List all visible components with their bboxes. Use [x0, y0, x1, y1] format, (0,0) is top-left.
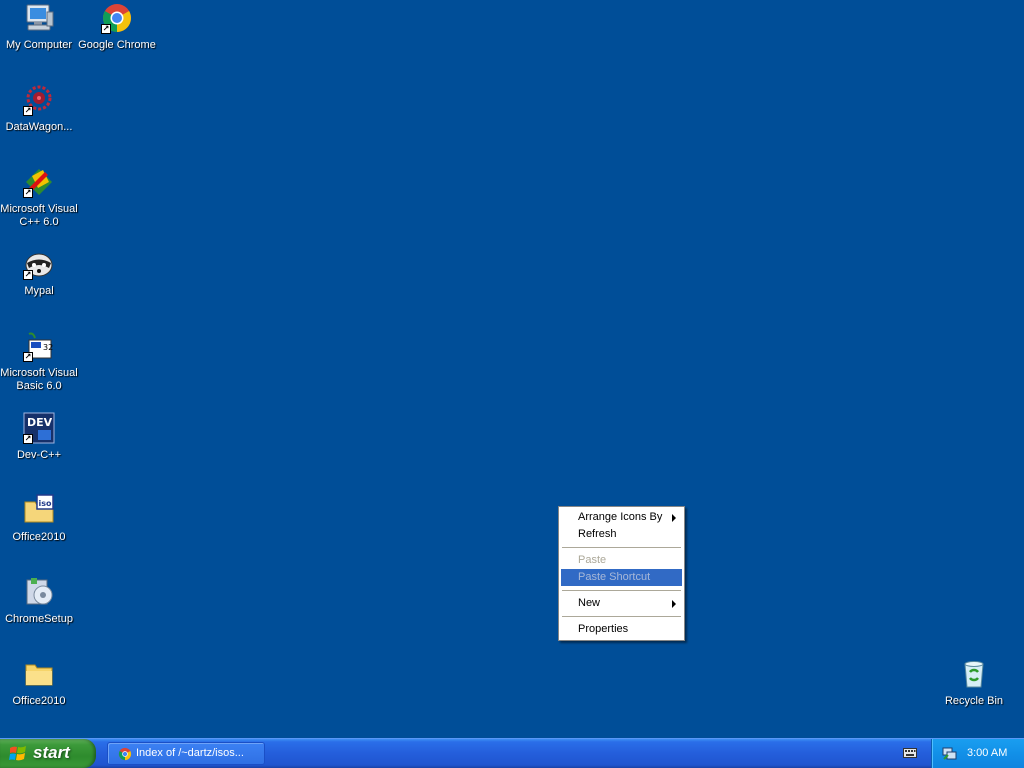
submenu-arrow-icon [672, 600, 676, 608]
shortcut-arrow-icon: ↗ [23, 352, 33, 362]
desktop-icon-visual-cpp[interactable]: ↗ Microsoft Visual C++ 6.0 [0, 166, 78, 229]
desktop-icon-recycle-bin[interactable]: Recycle Bin [935, 658, 1013, 708]
desktop-icon-office2010-folder[interactable]: Office2010 [0, 658, 78, 708]
svg-text:DEV: DEV [27, 416, 53, 429]
desktop-icon-label: Dev-C++ [16, 449, 62, 461]
datawagon-icon: ↗ [23, 84, 55, 116]
desktop-icon-google-chrome[interactable]: ↗ Google Chrome [78, 2, 156, 52]
menu-separator [562, 547, 681, 548]
desktop-icon-visual-basic[interactable]: 32 ↗ Microsoft Visual Basic 6.0 [0, 330, 78, 393]
desktop-icon-label: DataWagon... [5, 121, 73, 133]
chrome-icon: ↗ [101, 2, 133, 34]
visual-basic-icon: 32 ↗ [23, 330, 55, 362]
menu-item-paste[interactable]: Paste [561, 552, 682, 569]
shortcut-arrow-icon: ↗ [23, 434, 33, 444]
my-computer-icon [23, 2, 55, 34]
desktop-icon-dev-cpp[interactable]: DEV ↗ Dev-C++ [0, 412, 78, 462]
desktop-icon-label: ChromeSetup [5, 613, 73, 625]
clock[interactable]: 3:00 AM [967, 747, 1007, 759]
desktop[interactable]: My Computer ↗ Google Chrome ↗ DataWagon.… [0, 0, 1024, 738]
system-tray: 3:00 AM [931, 739, 1024, 768]
desktop-icon-mypal[interactable]: ↗ Mypal [0, 248, 78, 298]
svg-text:32: 32 [43, 343, 53, 352]
desktop-context-menu: Arrange Icons By Refresh Paste Paste Sho… [558, 506, 685, 641]
menu-item-refresh[interactable]: Refresh [561, 526, 682, 543]
shortcut-arrow-icon: ↗ [23, 188, 33, 198]
shortcut-arrow-icon: ↗ [101, 24, 111, 34]
recycle-bin-icon [958, 658, 990, 690]
mypal-icon: ↗ [23, 248, 55, 280]
start-label: start [33, 743, 70, 762]
menu-item-paste-shortcut[interactable]: Paste Shortcut [561, 569, 682, 586]
installer-icon [23, 576, 55, 608]
menu-item-properties[interactable]: Properties [561, 621, 682, 638]
windows-flag-icon [9, 746, 26, 761]
menu-item-label: Arrange Icons By [578, 511, 663, 523]
iso-folder-icon: iso [23, 494, 55, 526]
desktop-icon-label: Microsoft Visual Basic 6.0 [0, 367, 78, 392]
start-button[interactable]: start [0, 739, 96, 768]
menu-separator [562, 590, 681, 591]
taskbar: start Index of /~dartz/isos... 3:00 AM [0, 738, 1024, 768]
chrome-icon [118, 747, 132, 761]
menu-item-label: Paste [578, 554, 607, 566]
menu-separator [562, 616, 681, 617]
desktop-icon-label: Mypal [24, 285, 54, 297]
desktop-icon-my-computer[interactable]: My Computer [0, 2, 78, 52]
keyboard-icon[interactable] [903, 748, 917, 758]
menu-item-label: Paste Shortcut [578, 571, 651, 583]
desktop-icon-label: Microsoft Visual C++ 6.0 [0, 203, 78, 228]
svg-text:iso: iso [39, 499, 53, 508]
folder-icon [23, 658, 55, 690]
desktop-icon-label: Office2010 [12, 695, 66, 707]
shortcut-arrow-icon: ↗ [23, 270, 33, 280]
desktop-icon-chromesetup[interactable]: ChromeSetup [0, 576, 78, 626]
desktop-icon-label: Google Chrome [78, 39, 156, 51]
desktop-icon-datawagon[interactable]: ↗ DataWagon... [0, 84, 78, 134]
network-icon[interactable] [942, 746, 957, 761]
taskbar-button-chrome[interactable]: Index of /~dartz/isos... [107, 742, 265, 765]
visual-cpp-icon: ↗ [23, 166, 55, 198]
submenu-arrow-icon [672, 514, 676, 522]
menu-item-label: New [578, 597, 601, 609]
menu-item-label: Properties [578, 623, 629, 635]
desktop-icon-office2010-iso[interactable]: iso Office2010 [0, 494, 78, 544]
menu-item-label: Refresh [578, 528, 617, 540]
desktop-icon-label: Office2010 [12, 531, 66, 543]
taskbar-button-label: Index of /~dartz/isos... [136, 747, 244, 759]
menu-item-arrange-icons-by[interactable]: Arrange Icons By [561, 509, 682, 526]
menu-item-new[interactable]: New [561, 595, 682, 612]
shortcut-arrow-icon: ↗ [23, 106, 33, 116]
desktop-icon-label: My Computer [5, 39, 73, 51]
dev-cpp-icon: DEV ↗ [23, 412, 55, 444]
desktop-icon-label: Recycle Bin [944, 695, 1004, 707]
